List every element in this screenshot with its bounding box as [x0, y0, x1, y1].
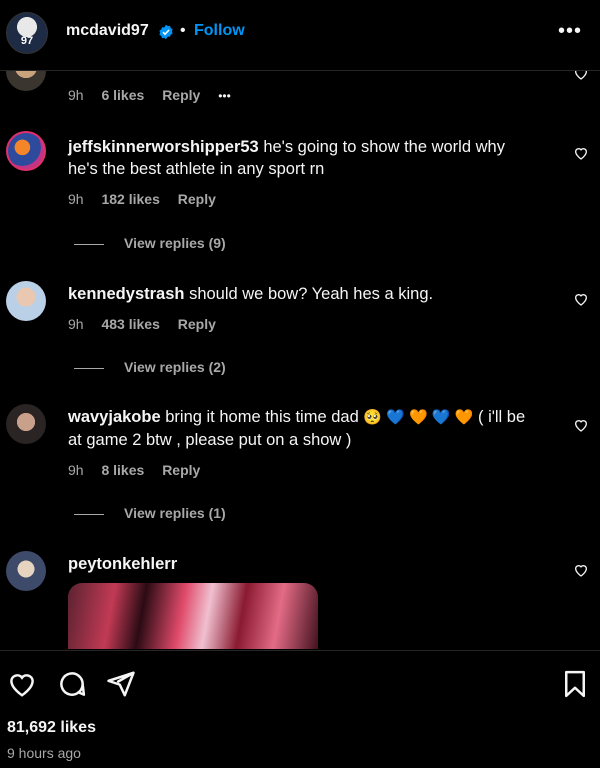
comment-likes[interactable]: 8 likes — [101, 462, 144, 478]
comment-avatar[interactable] — [6, 404, 46, 444]
comment-text: kennedystrash should we bow? Yeah hes a … — [68, 283, 538, 305]
view-replies-line — [74, 513, 104, 515]
heart-icon[interactable] — [7, 669, 37, 699]
author-avatar[interactable]: 97 — [6, 12, 48, 54]
comment-emojis: 🥺 💙 🧡 💙 🧡 — [363, 409, 474, 426]
comment-meta: 9h 6 likes Reply ••• — [68, 87, 245, 103]
reply-button[interactable]: Reply — [162, 87, 200, 103]
comment-text: wavyjakobe bring it home this time dad 🥺… — [68, 406, 538, 451]
view-replies-button[interactable]: View replies (9) — [74, 235, 226, 251]
view-replies-button[interactable]: View replies (2) — [74, 359, 226, 375]
post-actions-bar: 81,692 likes 9 hours ago — [0, 650, 600, 768]
reply-button[interactable]: Reply — [162, 462, 200, 478]
comment-username[interactable]: wavyjakobe — [68, 408, 161, 426]
comment-text: peytonkehlerr — [68, 553, 538, 575]
comment-avatar[interactable] — [6, 281, 46, 321]
post-header: 97 mcdavid97 • Follow ••• — [0, 0, 600, 71]
more-options-icon[interactable]: ••• — [558, 20, 582, 43]
view-replies-line — [74, 243, 104, 245]
comments-list[interactable]: 9h 6 likes Reply ••• jeffskinnerworshipp… — [0, 71, 600, 649]
view-replies-label: View replies (1) — [124, 505, 226, 521]
comment-username[interactable]: peytonkehlerr — [68, 555, 177, 573]
comment-likes[interactable]: 483 likes — [101, 316, 159, 332]
comment-likes[interactable]: 6 likes — [101, 87, 144, 103]
comment-body-start: bring it home this time dad — [165, 408, 359, 426]
comment-likes[interactable]: 182 likes — [101, 191, 159, 207]
view-replies-label: View replies (9) — [124, 235, 226, 251]
share-icon[interactable] — [106, 669, 136, 699]
comment-body: should we bow? Yeah hes a king. — [189, 285, 434, 303]
follow-button[interactable]: Follow — [194, 22, 245, 40]
heart-icon[interactable] — [573, 145, 589, 161]
comment-meta: 9h 8 likes Reply — [68, 462, 214, 478]
comment-meta: 9h 182 likes Reply — [68, 191, 230, 207]
comment-avatar[interactable] — [6, 131, 46, 171]
reply-button[interactable]: Reply — [178, 316, 216, 332]
heart-icon[interactable] — [573, 291, 589, 307]
post-timestamp: 9 hours ago — [7, 745, 81, 761]
bookmark-icon[interactable] — [560, 669, 590, 699]
heart-icon[interactable] — [573, 417, 589, 433]
comment-image[interactable] — [68, 583, 318, 649]
likes-count[interactable]: 81,692 likes — [7, 719, 96, 737]
heart-icon[interactable] — [573, 71, 589, 81]
comment-time: 9h — [68, 462, 84, 478]
verified-badge-icon — [159, 24, 173, 40]
author-username[interactable]: mcdavid97 — [66, 22, 149, 40]
comment-username[interactable]: jeffskinnerworshipper53 — [68, 138, 259, 156]
comment-meta: 9h 483 likes Reply — [68, 316, 230, 332]
comment-time: 9h — [68, 87, 84, 103]
comment-icon[interactable] — [57, 669, 87, 699]
comment-time: 9h — [68, 316, 84, 332]
reply-button[interactable]: Reply — [178, 191, 216, 207]
avatar-jersey-number: 97 — [20, 35, 34, 47]
heart-icon[interactable] — [573, 562, 589, 578]
view-replies-label: View replies (2) — [124, 359, 226, 375]
view-replies-line — [74, 367, 104, 369]
view-replies-button[interactable]: View replies (1) — [74, 505, 226, 521]
comment-avatar[interactable] — [6, 71, 46, 91]
comment-avatar[interactable] — [6, 551, 46, 591]
comment-more-icon[interactable]: ••• — [218, 89, 231, 103]
comment-time: 9h — [68, 191, 84, 207]
comment-text: jeffskinnerworshipper53 he's going to sh… — [68, 136, 538, 180]
comment-username[interactable]: kennedystrash — [68, 285, 184, 303]
separator-dot: • — [180, 22, 186, 39]
